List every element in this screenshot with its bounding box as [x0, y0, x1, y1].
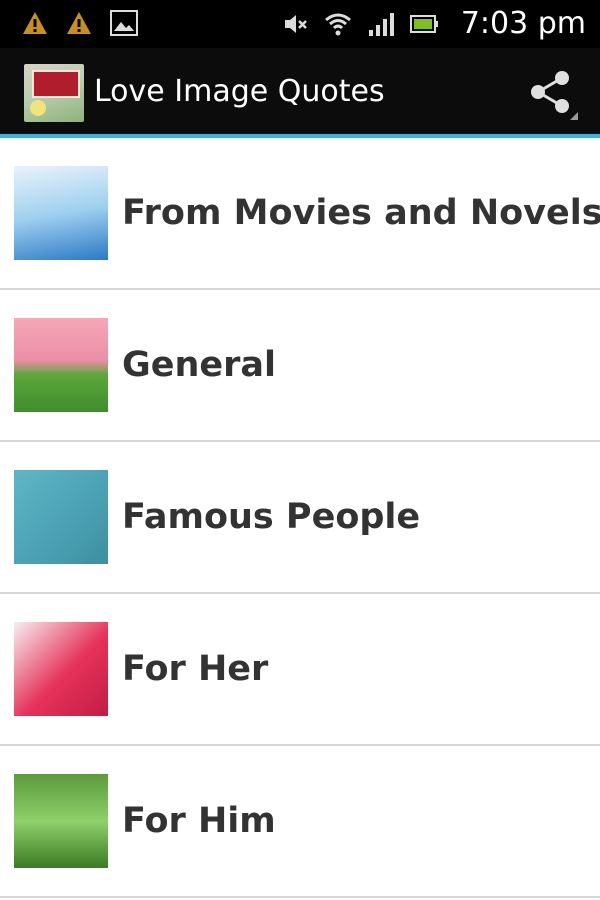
list-item-label: General: [122, 345, 276, 385]
status-time: 7:03 pm: [460, 6, 586, 41]
list-item-label: For Her: [122, 649, 269, 689]
list-item[interactable]: For Her: [0, 594, 600, 746]
list-item[interactable]: General: [0, 290, 600, 442]
app-title: Love Image Quotes: [94, 74, 385, 109]
category-list: From Movies and Novels General Famous Pe…: [0, 138, 600, 898]
list-item-label: For Him: [122, 801, 276, 841]
mute-icon: [284, 15, 307, 33]
app-logo-badge: [32, 70, 80, 98]
list-item[interactable]: Famous People: [0, 442, 600, 594]
app-icon[interactable]: [24, 64, 84, 122]
notification-icons: [22, 10, 138, 36]
flower-decoration: [30, 100, 46, 116]
list-item[interactable]: From Movies and Novels: [0, 138, 600, 290]
movies-novels-thumbnail: [14, 166, 108, 260]
battery-icon: [409, 15, 438, 33]
share-icon[interactable]: [524, 66, 580, 122]
image-icon: [110, 10, 138, 36]
warning-icon: [67, 12, 91, 34]
wifi-icon: [324, 13, 351, 36]
for-him-thumbnail: [14, 774, 108, 868]
famous-people-thumbnail: [14, 470, 108, 564]
signal-icon: [368, 13, 394, 36]
list-item[interactable]: For Him: [0, 746, 600, 898]
action-bar: Love Image Quotes: [0, 48, 600, 138]
status-bar: 7:03 pm: [0, 0, 600, 48]
general-thumbnail: [14, 318, 108, 412]
warning-icon: [23, 12, 47, 34]
list-item-label: From Movies and Novels: [122, 193, 600, 233]
system-icons: 7:03 pm: [283, 6, 586, 42]
for-her-thumbnail: [14, 622, 108, 716]
list-item-label: Famous People: [122, 497, 421, 537]
